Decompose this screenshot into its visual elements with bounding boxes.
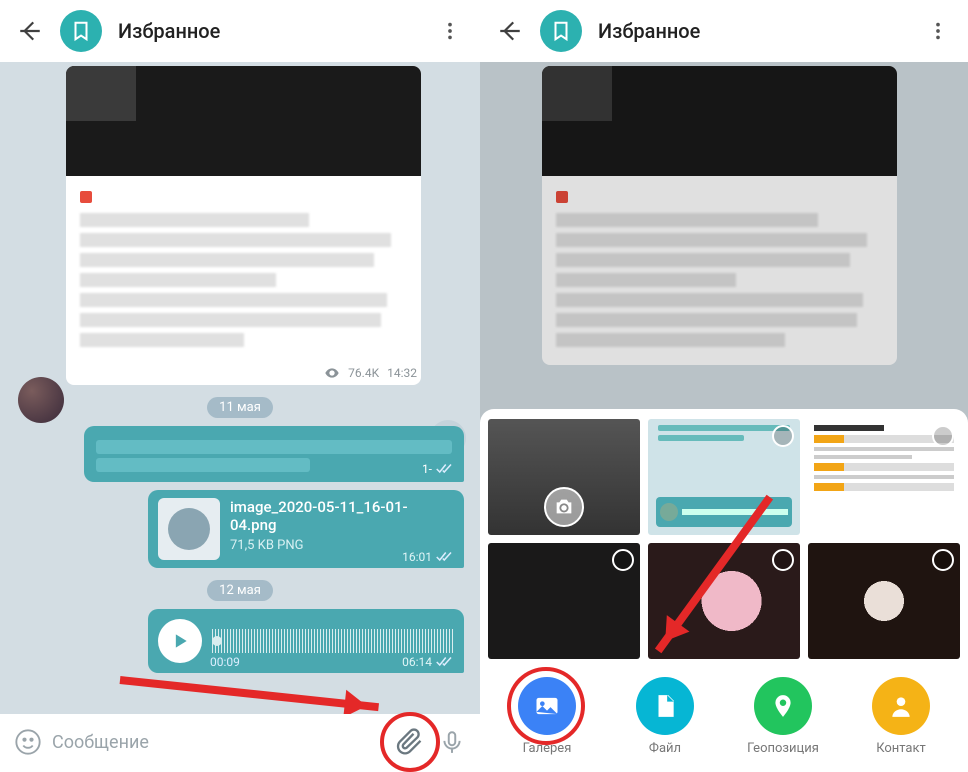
select-toggle[interactable] [932, 425, 954, 447]
download-icon [178, 518, 200, 540]
bookmark-icon [550, 20, 572, 42]
forwarded-message[interactable]: 76.4K 14:32 [66, 66, 421, 385]
arrow-left-icon [17, 18, 43, 44]
more-vert-icon [439, 20, 461, 42]
file-name: image_2020-05-11_16-01-04.png [230, 498, 454, 534]
sent-message[interactable]: 1- [84, 426, 464, 482]
message-body [66, 176, 421, 365]
gallery-thumb[interactable] [808, 543, 960, 659]
more-button[interactable] [436, 17, 464, 45]
back-button[interactable] [496, 17, 524, 45]
message-time: 06:14 [402, 655, 432, 669]
message-time: 1- [422, 462, 432, 476]
view-count: 76.4K [348, 366, 379, 380]
smile-icon [14, 728, 42, 756]
more-button[interactable] [924, 17, 952, 45]
more-vert-icon [927, 20, 949, 42]
paperclip-icon [396, 728, 424, 756]
file-icon [652, 693, 678, 719]
image-icon [533, 692, 561, 720]
read-checks-icon [436, 656, 454, 668]
back-button[interactable] [16, 17, 44, 45]
chat-title[interactable]: Избранное [118, 19, 420, 43]
bookmark-icon [70, 20, 92, 42]
messages-list[interactable]: 76.4K 14:32 11 мая 1- image_2020 [0, 62, 480, 714]
date-separator: 12 мая [207, 580, 273, 601]
gallery-thumb[interactable] [488, 543, 640, 659]
arrow-left-icon [497, 18, 523, 44]
read-checks-icon [436, 551, 454, 563]
voice-waveform[interactable] [212, 629, 454, 653]
attach-button[interactable] [392, 724, 428, 760]
saved-messages-avatar[interactable] [540, 10, 582, 52]
select-toggle[interactable] [772, 425, 794, 447]
message-input-bar: Сообщение [0, 714, 480, 770]
action-label: Галерея [523, 741, 572, 756]
saved-messages-avatar[interactable] [60, 10, 102, 52]
select-toggle[interactable] [772, 549, 794, 571]
camera-icon [553, 496, 575, 518]
message-image[interactable] [66, 66, 421, 176]
select-toggle[interactable] [932, 549, 954, 571]
gallery-action[interactable]: Галерея [497, 677, 597, 756]
select-toggle[interactable] [612, 549, 634, 571]
voice-position: 00:09 [210, 655, 240, 669]
location-icon [770, 693, 796, 719]
gallery-grid [488, 419, 960, 659]
annotation-arrow [120, 676, 379, 711]
date-separator: 11 мая [207, 397, 273, 418]
person-icon [888, 693, 914, 719]
play-icon [170, 631, 190, 651]
play-button[interactable] [158, 619, 202, 663]
message-image [542, 66, 897, 176]
message-meta: 76.4K 14:32 [66, 365, 421, 385]
attachment-picker-screen: Избранное [480, 0, 968, 770]
attachment-sheet: Галерея Файл Геопозиция Контакт [480, 409, 968, 770]
gallery-thumb[interactable] [808, 419, 960, 535]
file-message[interactable]: image_2020-05-11_16-01-04.png 71,5 KB PN… [148, 490, 464, 568]
voice-record-button[interactable] [434, 724, 470, 760]
sender-avatar[interactable] [18, 377, 64, 423]
read-checks-icon [436, 463, 454, 475]
file-action[interactable]: Файл [615, 677, 715, 756]
message-input[interactable]: Сообщение [52, 732, 386, 753]
gallery-thumb[interactable] [648, 419, 800, 535]
channel-badge-icon [80, 191, 92, 203]
chat-screen: Избранное 76.4K 14:32 [0, 0, 480, 770]
action-label: Геопозиция [747, 741, 819, 756]
attachment-actions: Галерея Файл Геопозиция Контакт [488, 673, 960, 764]
download-button[interactable] [168, 508, 210, 550]
message-time: 16:01 [402, 550, 432, 564]
voice-message[interactable]: 00:09 06:14 [148, 609, 464, 673]
eye-icon [324, 365, 340, 381]
camera-tile[interactable] [488, 419, 640, 535]
location-action[interactable]: Геопозиция [733, 677, 833, 756]
contact-action[interactable]: Контакт [851, 677, 951, 756]
action-label: Файл [649, 741, 681, 756]
forwarded-message [542, 66, 897, 365]
chat-header: Избранное [480, 0, 968, 62]
mic-icon [439, 729, 465, 755]
action-label: Контакт [876, 741, 926, 756]
camera-button[interactable] [544, 487, 584, 527]
chat-header: Избранное [0, 0, 480, 62]
file-thumbnail[interactable] [158, 498, 220, 560]
emoji-button[interactable] [10, 724, 46, 760]
message-time: 14:32 [387, 366, 417, 380]
chat-title[interactable]: Избранное [598, 19, 908, 43]
